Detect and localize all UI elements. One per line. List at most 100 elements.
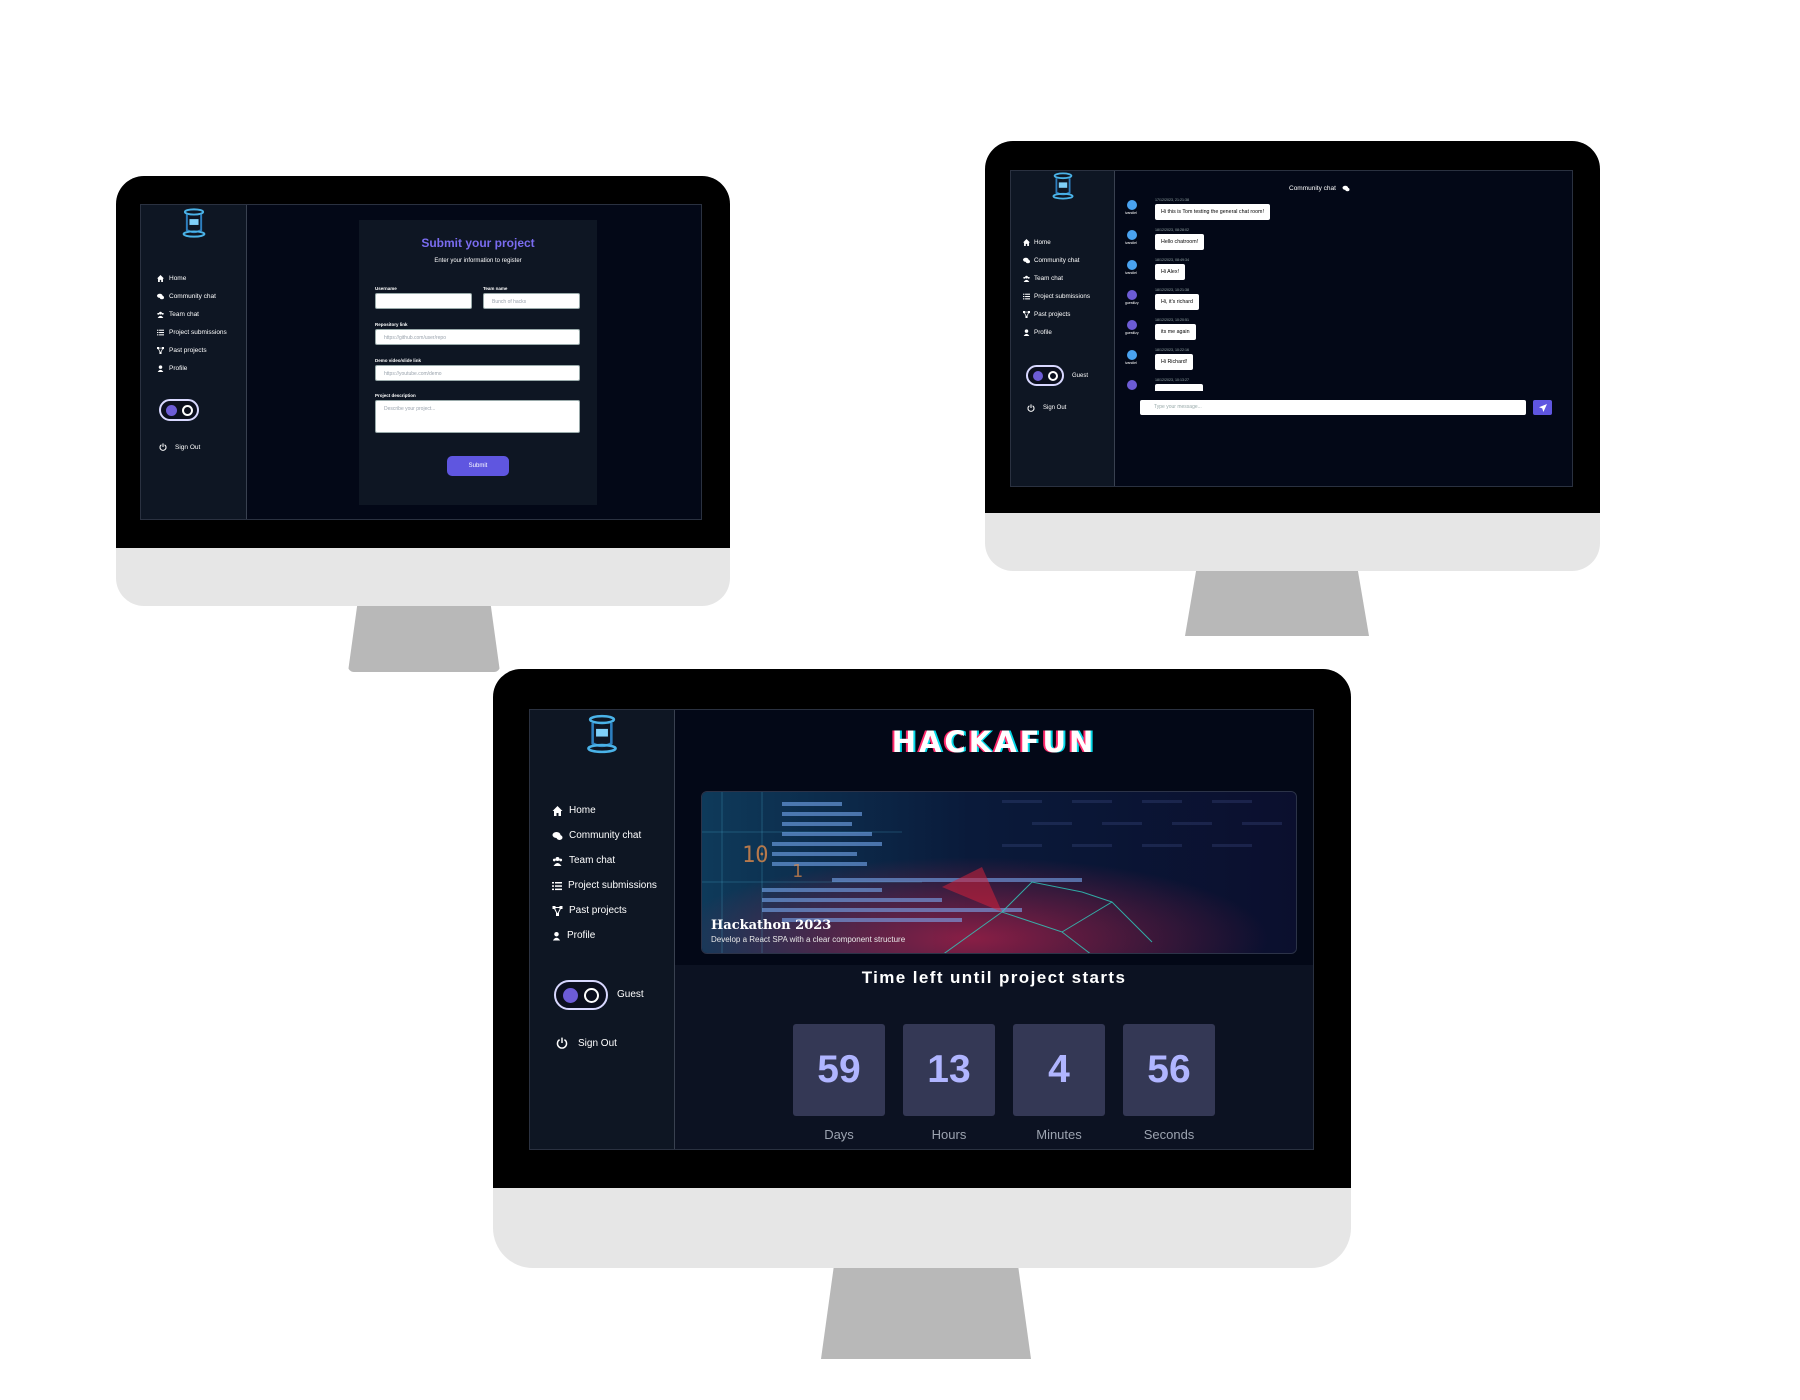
avatar	[1127, 260, 1137, 270]
theme-toggle[interactable]	[1026, 365, 1064, 386]
message-bubble	[1155, 384, 1203, 391]
countdown-hours: 13 Hours	[903, 1024, 995, 1142]
monitor-chin	[116, 548, 730, 606]
sidebar-item-project-submissions[interactable]: Project submissions	[552, 873, 657, 898]
sidebar-item-team-chat[interactable]: Team chat	[157, 305, 227, 323]
sign-out-button[interactable]: Sign Out	[556, 1037, 617, 1049]
sidebar: Home Community chat Team chat Project su…	[141, 205, 247, 519]
send-button[interactable]	[1533, 400, 1552, 415]
sidebar-item-label: Past projects	[169, 346, 207, 354]
sidebar-item-team-chat[interactable]: Team chat	[552, 848, 657, 873]
sidebar-item-past-projects[interactable]: Past projects	[552, 898, 657, 923]
countdown-label: Minutes	[1036, 1127, 1082, 1142]
users-icon	[157, 311, 164, 318]
username-input[interactable]	[375, 293, 472, 309]
form-subtitle: Enter your information to register	[434, 258, 522, 264]
power-icon	[159, 443, 167, 451]
theme-toggle[interactable]	[554, 980, 608, 1010]
sidebar-item-label: Profile	[169, 364, 188, 372]
avatar	[1127, 350, 1137, 360]
message-timestamp: 18/12/2023, 08:28:02	[1155, 228, 1189, 232]
message-timestamp: 17/12/2023, 21:21:38	[1155, 198, 1189, 202]
sidebar-item-label: Team chat	[569, 855, 616, 866]
sidebar-item-past-projects[interactable]: Past projects	[157, 341, 227, 359]
message-bubble: Hi, it's richard	[1155, 294, 1199, 310]
teamname-label: Team name	[483, 286, 508, 291]
message-bubble: Hi Richard!	[1155, 354, 1194, 370]
sidebar-item-past-projects[interactable]: Past projects	[1023, 305, 1090, 323]
submit-form: Submit your project Enter your informati…	[359, 220, 597, 505]
monitor-stand	[348, 606, 500, 672]
sign-out-button[interactable]: Sign Out	[1027, 404, 1066, 412]
chat-icon	[157, 293, 164, 299]
submit-button[interactable]: Submit	[447, 456, 509, 476]
mockup-canvas: Home Community chat Team chat Project su…	[0, 0, 1800, 1400]
power-icon	[556, 1037, 568, 1049]
sidebar-item-profile[interactable]: Profile	[1023, 323, 1090, 341]
home-icon	[552, 805, 563, 816]
svg-text:1: 1	[792, 861, 803, 882]
sidebar-item-label: Community chat	[569, 830, 642, 841]
description-label: Project description	[375, 393, 416, 398]
share-nodes-icon	[552, 905, 563, 916]
screen-dashboard: Home Community chat Team chat Project su…	[529, 709, 1314, 1150]
sidebar-item-label: Community chat	[169, 292, 216, 300]
sidebar: Home Community chat Team chat Project su…	[530, 710, 675, 1149]
message-bubble: Hello chatroom!	[1155, 234, 1205, 250]
message-input[interactable]: Type your message...	[1140, 400, 1526, 415]
sidebar-item-project-submissions[interactable]: Project submissions	[157, 323, 227, 341]
avatar	[1127, 200, 1137, 210]
hero-title: Hackathon 2023	[711, 918, 832, 933]
guest-label: Guest	[617, 989, 644, 1000]
message-username: guestlizy	[1125, 331, 1139, 335]
message-list: ivandiel 17/12/2023, 21:21:38 Hi this is…	[1125, 196, 1565, 391]
sidebar-item-profile[interactable]: Profile	[552, 923, 657, 948]
sign-out-label: Sign Out	[578, 1037, 617, 1049]
message-username: ivandiel	[1125, 241, 1137, 245]
sidebar-item-community-chat[interactable]: Community chat	[157, 287, 227, 305]
chat-icon	[552, 831, 563, 840]
countdown-days: 59 Days	[793, 1024, 885, 1142]
sidebar-item-label: Home	[1034, 238, 1051, 246]
theme-toggle[interactable]	[159, 399, 199, 421]
sidebar-item-community-chat[interactable]: Community chat	[1023, 251, 1090, 269]
main-content: Community chat ivandiel 17/12/2023, 21:2…	[1115, 171, 1572, 486]
avatar	[1127, 290, 1137, 300]
hackathon-banner[interactable]: 10 1 Hackathon 2023 Develop a React SPA …	[701, 791, 1297, 954]
sidebar-item-team-chat[interactable]: Team chat	[1023, 269, 1090, 287]
sidebar-item-label: Team chat	[1034, 274, 1064, 282]
users-icon	[1023, 275, 1030, 282]
teamname-input[interactable]: Bunch of hacks	[483, 293, 580, 309]
sidebar-item-label: Project submissions	[568, 880, 657, 891]
paper-plane-icon	[1538, 403, 1547, 412]
message-username: guestlizy	[1125, 301, 1139, 305]
sidebar-item-home[interactable]: Home	[552, 798, 657, 823]
countdown-label: Days	[824, 1127, 854, 1142]
user-icon	[157, 364, 164, 372]
sidebar-item-profile[interactable]: Profile	[157, 359, 227, 377]
toggle-knob-outline	[584, 988, 599, 1003]
monitor-chin	[985, 513, 1600, 571]
message-username: ivandiel	[1125, 361, 1137, 365]
sidebar-item-project-submissions[interactable]: Project submissions	[1023, 287, 1090, 305]
toggle-knob	[166, 405, 177, 416]
list-icon	[157, 329, 164, 335]
main-content: Submit your project Enter your informati…	[247, 205, 701, 519]
demo-input[interactable]: https://youtube.com/demo	[375, 365, 580, 381]
list-icon	[1023, 293, 1030, 299]
message-timestamp: 18/12/2023, 10:13:27	[1155, 378, 1189, 382]
share-nodes-icon	[157, 346, 164, 354]
sign-out-button[interactable]: Sign Out	[159, 443, 200, 451]
message-timestamp: 18/12/2023, 10:20:51	[1155, 318, 1189, 322]
sidebar-item-community-chat[interactable]: Community chat	[552, 823, 657, 848]
message-bubble: Hi Alex!	[1155, 264, 1185, 280]
repo-input[interactable]: https://github.com/user/repo	[375, 329, 580, 345]
screen-submit-project: Home Community chat Team chat Project su…	[140, 204, 702, 520]
countdown-label: Seconds	[1143, 1127, 1195, 1142]
guest-label: Guest	[1072, 373, 1089, 379]
sidebar-item-home[interactable]: Home	[157, 269, 227, 287]
sidebar-item-home[interactable]: Home	[1023, 233, 1090, 251]
toggle-knob-outline	[182, 405, 193, 416]
description-textarea[interactable]: Describe your project...	[375, 400, 580, 433]
sidebar-item-label: Home	[169, 274, 187, 282]
